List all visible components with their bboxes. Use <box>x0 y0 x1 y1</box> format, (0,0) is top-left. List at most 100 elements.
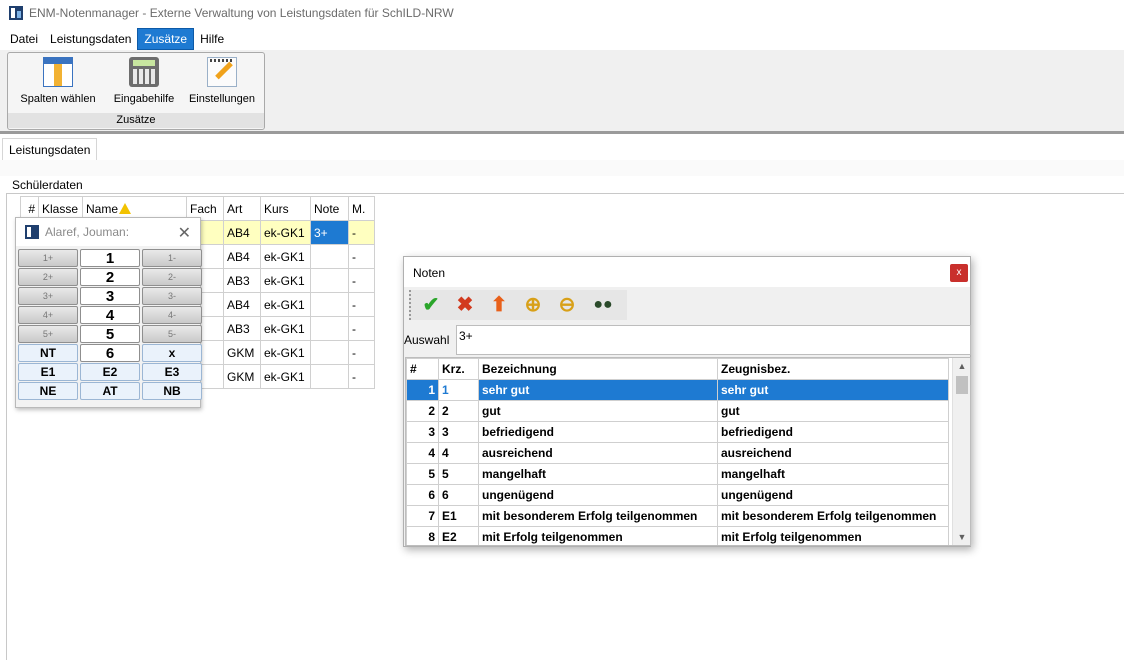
zoom-out-icon[interactable]: ⊖ <box>555 294 579 316</box>
cell-zeugnisbez[interactable]: ungenügend <box>717 484 949 506</box>
cell-krz[interactable]: E2 <box>438 526 479 545</box>
cell-art[interactable]: AB4 <box>223 292 261 317</box>
cell-kurs[interactable]: ek-GK1 <box>260 364 311 389</box>
cell-krz[interactable]: E1 <box>438 505 479 527</box>
cell-art[interactable]: AB3 <box>223 268 261 293</box>
key-2plus[interactable]: 2+ <box>18 268 78 286</box>
key-2[interactable]: 2 <box>80 268 140 286</box>
key-2minus[interactable]: 2- <box>142 268 202 286</box>
close-icon[interactable]: x <box>950 264 968 282</box>
key-e2[interactable]: E2 <box>80 363 140 381</box>
key-x[interactable]: x <box>142 344 202 362</box>
check-icon[interactable]: ✔ <box>419 294 443 316</box>
cell-note[interactable] <box>310 316 349 341</box>
cell-note[interactable]: 3+ <box>310 220 349 245</box>
cell-note[interactable] <box>310 364 349 389</box>
cell-note[interactable] <box>310 292 349 317</box>
cell-note[interactable] <box>310 340 349 365</box>
key-1minus[interactable]: 1- <box>142 249 202 267</box>
table-row[interactable]: 6 6 ungenügend ungenügend <box>406 484 949 506</box>
table-row[interactable]: 7 E1 mit besonderem Erfolg teilgenommen … <box>406 505 949 527</box>
cell-zeugnisbez[interactable]: mangelhaft <box>717 463 949 485</box>
key-5minus[interactable]: 5- <box>142 325 202 343</box>
col-header-number[interactable]: # <box>406 358 439 380</box>
col-header-bezeichnung[interactable]: Bezeichnung <box>478 358 718 380</box>
vertical-scrollbar[interactable]: ▲ ▼ <box>952 358 970 545</box>
cell-kurs[interactable]: ek-GK1 <box>260 292 311 317</box>
key-5plus[interactable]: 5+ <box>18 325 78 343</box>
cell-note[interactable] <box>310 268 349 293</box>
cell-number[interactable]: 8 <box>406 526 439 545</box>
key-at[interactable]: AT <box>80 382 140 400</box>
spalten-waehlen-button[interactable]: Spalten wählen <box>16 57 100 109</box>
col-header-krz[interactable]: Krz. <box>438 358 479 380</box>
key-1[interactable]: 1 <box>80 249 140 267</box>
cell-art[interactable]: AB3 <box>223 316 261 341</box>
table-row[interactable]: 4 4 ausreichend ausreichend <box>406 442 949 464</box>
key-3minus[interactable]: 3- <box>142 287 202 305</box>
cell-m[interactable]: - <box>348 268 375 293</box>
cell-m[interactable]: - <box>348 364 375 389</box>
cell-m[interactable]: - <box>348 220 375 245</box>
key-4plus[interactable]: 4+ <box>18 306 78 324</box>
cell-bezeichnung[interactable]: mit besonderem Erfolg teilgenommen <box>478 505 718 527</box>
col-header-note[interactable]: Note <box>310 196 349 221</box>
cell-krz[interactable]: 5 <box>438 463 479 485</box>
cell-bezeichnung[interactable]: sehr gut <box>478 379 718 401</box>
table-row[interactable]: 2 2 gut gut <box>406 400 949 422</box>
tab-leistungsdaten[interactable]: Leistungsdaten <box>2 138 98 161</box>
cell-zeugnisbez[interactable]: mit besonderem Erfolg teilgenommen <box>717 505 949 527</box>
key-3plus[interactable]: 3+ <box>18 287 78 305</box>
key-5[interactable]: 5 <box>80 325 140 343</box>
cell-bezeichnung[interactable]: mangelhaft <box>478 463 718 485</box>
cell-number[interactable]: 1 <box>406 379 439 401</box>
cell-number[interactable]: 2 <box>406 400 439 422</box>
menu-leistungsdaten[interactable]: Leistungsdaten <box>44 29 137 49</box>
cell-note[interactable] <box>310 244 349 269</box>
col-header-m[interactable]: M. <box>348 196 375 221</box>
cell-zeugnisbez[interactable]: mit Erfolg teilgenommen <box>717 526 949 545</box>
cell-number[interactable]: 6 <box>406 484 439 506</box>
table-row[interactable]: 1 1 sehr gut sehr gut <box>406 379 949 401</box>
cell-number[interactable]: 4 <box>406 442 439 464</box>
key-4[interactable]: 4 <box>80 306 140 324</box>
cell-zeugnisbez[interactable]: sehr gut <box>717 379 949 401</box>
cell-bezeichnung[interactable]: ausreichend <box>478 442 718 464</box>
menu-hilfe[interactable]: Hilfe <box>194 29 230 49</box>
zoom-in-icon[interactable]: ⊕ <box>521 294 545 316</box>
cancel-x-icon[interactable]: ✖ <box>453 294 477 316</box>
cell-bezeichnung[interactable]: mit Erfolg teilgenommen <box>478 526 718 545</box>
cell-krz[interactable]: 2 <box>438 400 479 422</box>
cell-bezeichnung[interactable]: ungenügend <box>478 484 718 506</box>
cell-art[interactable]: AB4 <box>223 244 261 269</box>
table-row[interactable]: 3 3 befriedigend befriedigend <box>406 421 949 443</box>
cell-krz[interactable]: 1 <box>438 379 479 401</box>
cell-zeugnisbez[interactable]: befriedigend <box>717 421 949 443</box>
cell-number[interactable]: 3 <box>406 421 439 443</box>
key-3[interactable]: 3 <box>80 287 140 305</box>
key-nt[interactable]: NT <box>18 344 78 362</box>
cell-krz[interactable]: 4 <box>438 442 479 464</box>
cell-art[interactable]: AB4 <box>223 220 261 245</box>
cell-number[interactable]: 5 <box>406 463 439 485</box>
table-row[interactable]: 8 E2 mit Erfolg teilgenommen mit Erfolg … <box>406 526 949 545</box>
key-4minus[interactable]: 4- <box>142 306 202 324</box>
cell-m[interactable]: - <box>348 340 375 365</box>
cell-kurs[interactable]: ek-GK1 <box>260 268 311 293</box>
cell-kurs[interactable]: ek-GK1 <box>260 340 311 365</box>
cell-zeugnisbez[interactable]: gut <box>717 400 949 422</box>
key-e3[interactable]: E3 <box>142 363 202 381</box>
menu-datei[interactable]: Datei <box>4 29 44 49</box>
table-row[interactable]: 5 5 mangelhaft mangelhaft <box>406 463 949 485</box>
scroll-up-icon[interactable]: ▲ <box>953 358 970 374</box>
col-header-art[interactable]: Art <box>223 196 261 221</box>
key-e1[interactable]: E1 <box>18 363 78 381</box>
einstellungen-button[interactable]: Einstellungen <box>185 57 259 109</box>
binoculars-icon[interactable]: ●● <box>591 294 615 316</box>
cell-art[interactable]: GKM <box>223 340 261 365</box>
cell-m[interactable]: - <box>348 316 375 341</box>
cell-m[interactable]: - <box>348 292 375 317</box>
cell-art[interactable]: GKM <box>223 364 261 389</box>
cell-zeugnisbez[interactable]: ausreichend <box>717 442 949 464</box>
scrollbar-thumb[interactable] <box>956 376 968 394</box>
